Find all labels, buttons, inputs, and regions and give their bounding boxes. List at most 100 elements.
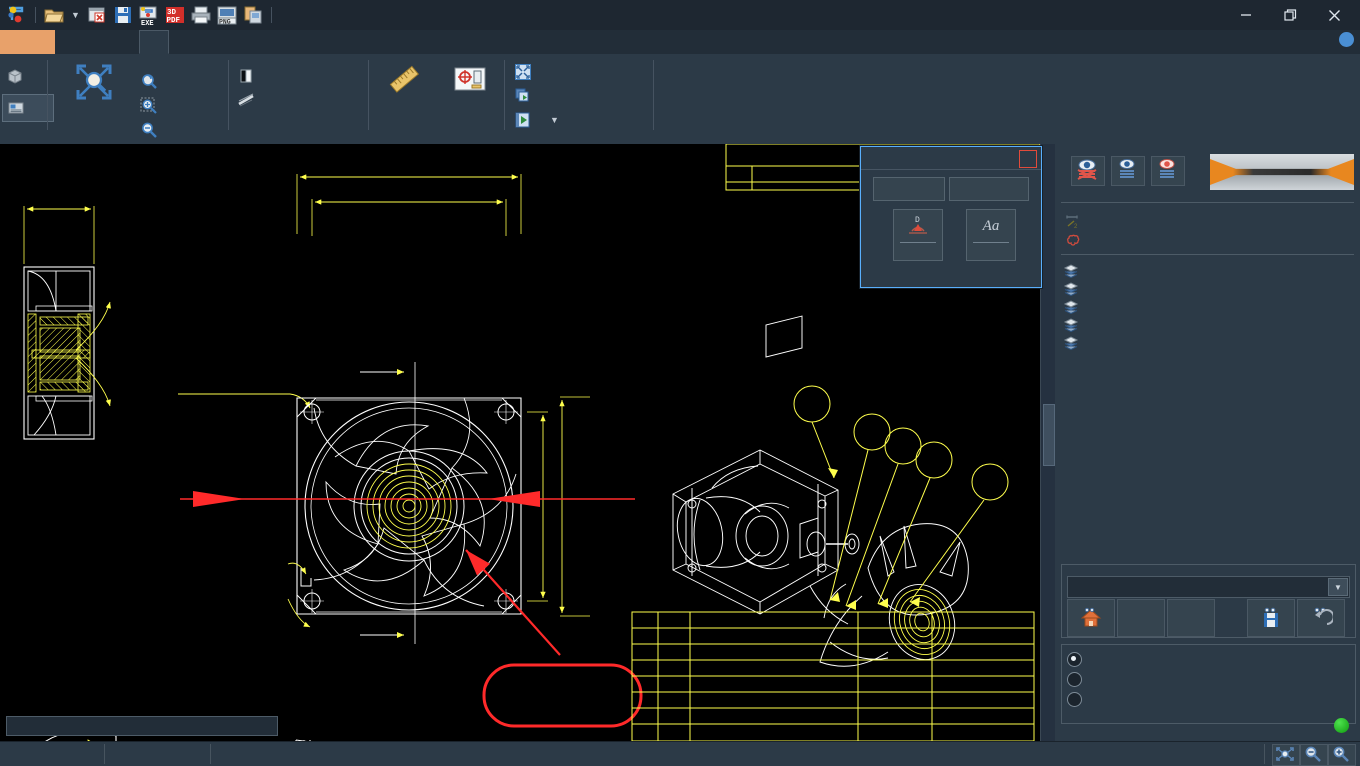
custom-view-next-button[interactable] — [1167, 599, 1215, 637]
dialog-title — [861, 147, 1041, 170]
text-tool-icon[interactable]: Aa — [967, 210, 1015, 242]
layer-item-4[interactable] — [1063, 334, 1084, 351]
tab-file[interactable] — [0, 30, 55, 54]
zoom-in-icon — [140, 97, 158, 115]
layer-item-3[interactable] — [1063, 316, 1084, 333]
save-icon[interactable] — [112, 4, 134, 26]
page-2d-icon — [7, 99, 25, 117]
export-png-icon[interactable]: PNG — [216, 4, 238, 26]
print-icon[interactable] — [190, 4, 212, 26]
dimension-tool-splitbutton[interactable]: D — [893, 209, 943, 261]
status-separator-2 — [210, 744, 211, 764]
thin-lines-button[interactable] — [237, 88, 261, 112]
help-icon[interactable] — [1339, 32, 1354, 47]
custom-view-show-button[interactable] — [514, 84, 538, 108]
hide-all-button[interactable] — [1071, 156, 1105, 186]
layer-item-0[interactable] — [1063, 262, 1088, 279]
delete-all-button[interactable] — [949, 177, 1029, 201]
custom-view-home-button[interactable] — [1067, 599, 1115, 637]
layer-item-1[interactable] — [1063, 280, 1084, 297]
radio-dot-custom-icon — [1067, 692, 1082, 707]
zoom-all-button[interactable] — [58, 60, 130, 104]
black-white-lines-button[interactable] — [237, 64, 261, 88]
redline-cloud-icon — [1065, 232, 1081, 248]
quick-access-toolbar: ▼ — [6, 2, 275, 28]
toolbar-separator-1 — [35, 7, 36, 23]
svg-text:PDF: PDF — [166, 17, 180, 25]
scrollbar-thumb[interactable] — [1043, 404, 1055, 466]
dropdown-caret-icon[interactable]: ▼ — [71, 10, 80, 20]
background-option-custom[interactable] — [1067, 692, 1089, 707]
custom-view-save-button[interactable] — [1247, 599, 1295, 637]
layer-icon — [1063, 264, 1079, 278]
tab-3d-mode[interactable] — [60, 30, 88, 54]
layer-icon — [1063, 300, 1079, 314]
custom-view-reset-button[interactable] — [1297, 599, 1345, 637]
open-file-icon[interactable] — [43, 4, 65, 26]
custom-views-combo[interactable]: ▼ — [1067, 576, 1350, 598]
ribbon-group-mode — [0, 54, 46, 142]
show-dimensions-button[interactable] — [1111, 156, 1145, 186]
full-screen-icon — [514, 63, 532, 81]
custom-view-prev-button[interactable] — [1117, 599, 1165, 637]
ribbon-group-presentation: ▼ — [505, 54, 653, 142]
show-redlining-button[interactable] — [1151, 156, 1185, 186]
status-zoom-all-button[interactable] — [1272, 744, 1300, 766]
logo-text — [1210, 158, 1354, 186]
measure-markup-button[interactable] — [371, 60, 439, 100]
markup-new-rotor-note — [466, 550, 641, 726]
text-tool-dropdown-icon[interactable] — [967, 243, 1015, 258]
background-option-white[interactable] — [1067, 672, 1089, 687]
cube-3d-icon — [6, 67, 24, 85]
background-option-black[interactable] — [1067, 652, 1089, 667]
status-bar — [0, 741, 1360, 766]
window-controls — [1224, 0, 1356, 30]
maximize-restore-button[interactable] — [1268, 1, 1312, 29]
status-separator-3 — [1264, 744, 1265, 764]
ribbon-group-tools — [369, 54, 503, 142]
custom-view-show-icon — [514, 87, 532, 105]
layer-item-2[interactable] — [1063, 298, 1084, 315]
zoom-in-button[interactable] — [140, 94, 164, 118]
previous-view-button[interactable] — [140, 70, 164, 94]
zoom-out-button[interactable] — [140, 118, 164, 142]
thin-lines-icon — [237, 91, 255, 109]
status-indicator-icon — [1334, 718, 1349, 733]
radio-dot-white-icon — [1067, 672, 1082, 687]
dimension-tool-dropdown-icon[interactable] — [894, 243, 942, 258]
tree-item-dimensions[interactable]: 2 — [1065, 214, 1087, 230]
previous-view-icon — [140, 73, 158, 91]
copy-to-clipboard-icon[interactable] — [242, 4, 264, 26]
chevron-down-icon[interactable]: ▼ — [1328, 578, 1348, 596]
canvas-vertical-scrollbar[interactable] — [1040, 144, 1055, 741]
play-animation-button[interactable]: ▼ — [514, 108, 559, 132]
tab-options[interactable] — [218, 30, 246, 54]
radio-dot-black-icon — [1067, 652, 1082, 667]
play-animation-caret-icon[interactable]: ▼ — [550, 115, 559, 125]
custom-color-bar[interactable] — [6, 716, 278, 736]
tab-2d-mode[interactable] — [139, 30, 169, 54]
export-3dpdf-icon[interactable]: 3D PDF — [164, 4, 186, 26]
ribbon-group-display — [229, 54, 369, 142]
status-zoom-in-button[interactable] — [1328, 744, 1356, 766]
svg-text:EXE: EXE — [141, 20, 154, 26]
full-screen-button[interactable] — [514, 60, 538, 84]
3dtool-logo — [1210, 154, 1354, 190]
export-exe-icon[interactable]: EXE — [138, 4, 160, 26]
close-button[interactable] — [1312, 1, 1356, 29]
dialog-close-icon[interactable] — [1019, 150, 1037, 168]
edit-drawing-icon — [450, 60, 490, 100]
text-tool-splitbutton[interactable]: Aa — [966, 209, 1016, 261]
edit-drawing-button[interactable] — [439, 60, 501, 100]
svg-text:D: D — [915, 216, 920, 225]
close-file-icon[interactable] — [86, 4, 108, 26]
minimize-button[interactable] — [1224, 1, 1268, 29]
tree-item-redlining[interactable] — [1065, 232, 1087, 248]
measure-tool-icon[interactable] — [6, 4, 28, 26]
measure-and-markup-dialog[interactable]: D Aa — [860, 146, 1042, 288]
dimension-tool-icon[interactable]: D — [894, 210, 942, 242]
ribbon-group-zoom — [48, 54, 228, 142]
status-zoom-out-button[interactable] — [1300, 744, 1328, 766]
status-separator-1 — [104, 744, 105, 764]
delete-button[interactable] — [873, 177, 945, 201]
